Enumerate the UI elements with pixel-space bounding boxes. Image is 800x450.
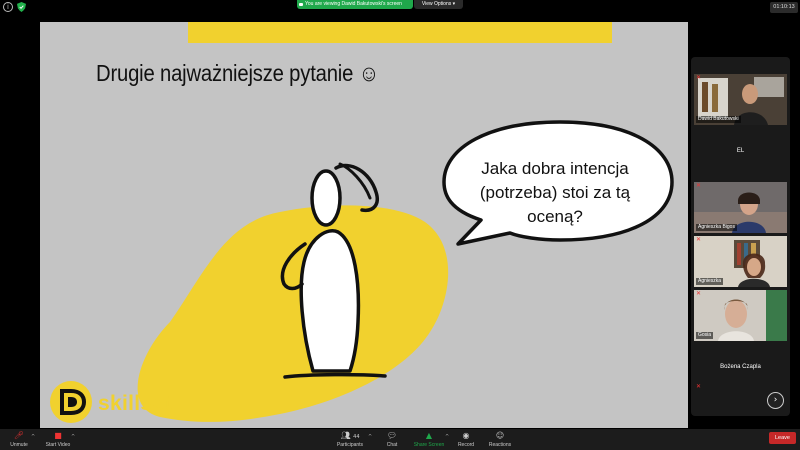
figure-raised-arm (334, 163, 379, 213)
participant-tile[interactable]: ✕ Agnieszka (694, 236, 787, 287)
view-options-label: View Options (421, 1, 452, 7)
screen-share-text: You are viewing Dawid Bakutowski's scree… (305, 1, 402, 7)
reactions-button[interactable]: ☺ Reactions (485, 431, 515, 448)
info-icon[interactable]: i (3, 2, 13, 12)
participant-gallery: ✕ Dawid Bakutowski EL ✕ Agnieszka Bigos (691, 57, 790, 416)
audio-options-caret[interactable]: ^ (31, 434, 35, 440)
speech-line: Jaka dobra intencja (481, 159, 629, 178)
share-screen-icon: ▲ (425, 431, 433, 440)
speech-line: oceną? (527, 207, 583, 226)
video-off-icon: ■ (54, 431, 62, 440)
participant-name: Agnieszka (696, 278, 724, 285)
reactions-label: Reactions (488, 442, 512, 448)
participants-label: Participants (336, 442, 364, 448)
participant-name: Dawid Bakutowski (696, 116, 741, 123)
record-label: Record (457, 442, 475, 448)
muted-mic-icon: ✕ (696, 75, 702, 81)
unmute-button[interactable]: 🎤︎ Unmute (6, 431, 32, 448)
muted-mic-icon: ✕ (696, 183, 702, 189)
muted-mic-icon: ✕ (696, 384, 702, 390)
participant-name: Agnieszka Bigos (696, 224, 737, 231)
participant-tile[interactable]: ✕ Agnieszka Bigos (694, 182, 787, 233)
top-bar: i You are viewing Dawid Bakutowski's scr… (0, 0, 800, 14)
chat-icon: 💬︎ (386, 431, 398, 440)
muted-mic-icon: 🎤︎ (13, 431, 25, 440)
participant-name: Gosia (696, 332, 714, 339)
muted-mic-icon: ✕ (696, 237, 702, 243)
start-video-button[interactable]: ■ Start Video (42, 431, 74, 448)
speech-bubble-text: Jaka dobra intencja (potrzeba) stoi za t… (460, 157, 650, 229)
screen-share-icon (299, 3, 303, 6)
meeting-timer: 01:10:13 (770, 2, 798, 13)
participants-icon: 👥︎ 44 (340, 431, 360, 440)
speech-line: (potrzeba) stoi za tą (479, 183, 631, 202)
share-options-caret[interactable]: ^ (445, 434, 449, 440)
participants-count: 44 (353, 434, 360, 440)
share-screen-button[interactable]: ▲ Share Screen (412, 431, 446, 448)
share-screen-label: Share Screen (413, 442, 445, 448)
participants-caret[interactable]: ^ (368, 434, 372, 440)
video-options-caret[interactable]: ^ (71, 434, 75, 440)
screen-share-notice: You are viewing Dawid Bakutowski's scree… (297, 0, 413, 9)
participants-button[interactable]: 👥︎ 44 Participants (332, 431, 368, 448)
unmute-label: Unmute (10, 442, 28, 448)
chat-label: Chat (386, 442, 398, 448)
view-options-button[interactable]: View Options ▾ (414, 0, 463, 9)
chat-button[interactable]: 💬︎ Chat (381, 431, 403, 448)
participant-name: Bożena Czapla (720, 364, 761, 370)
zoom-window: i You are viewing Dawid Bakutowski's scr… (0, 0, 800, 450)
brand-name: skillset (98, 392, 172, 415)
shared-slide: Drugie najważniejsze pytanie ☺ Jaka dobr… (40, 22, 688, 428)
next-page-button[interactable]: › (767, 392, 784, 409)
muted-mic-icon: ✕ (696, 291, 702, 297)
leave-button[interactable]: Leave (769, 432, 796, 444)
record-icon: ◉ (462, 431, 470, 440)
figure-body (299, 229, 361, 373)
reactions-icon: ☺ (495, 431, 505, 440)
figure-head (310, 169, 342, 227)
skillset-logo (50, 381, 92, 423)
yellow-blob (137, 205, 449, 422)
participant-tile[interactable]: ✕ Dawid Bakutowski (694, 74, 787, 125)
participant-name: EL (736, 148, 745, 154)
shield-icon[interactable] (17, 2, 26, 12)
start-video-label: Start Video (45, 442, 71, 448)
participant-tile[interactable]: Bożena Czapla ✕ (694, 344, 787, 395)
record-button[interactable]: ◉ Record (454, 431, 478, 448)
meeting-toolbar: 🎤︎ Unmute ^ ■ Start Video ^ 👥︎ 44 Partic… (0, 429, 800, 450)
participant-tile[interactable]: ✕ Gosia (694, 290, 787, 341)
participant-tile[interactable]: EL (694, 128, 787, 179)
